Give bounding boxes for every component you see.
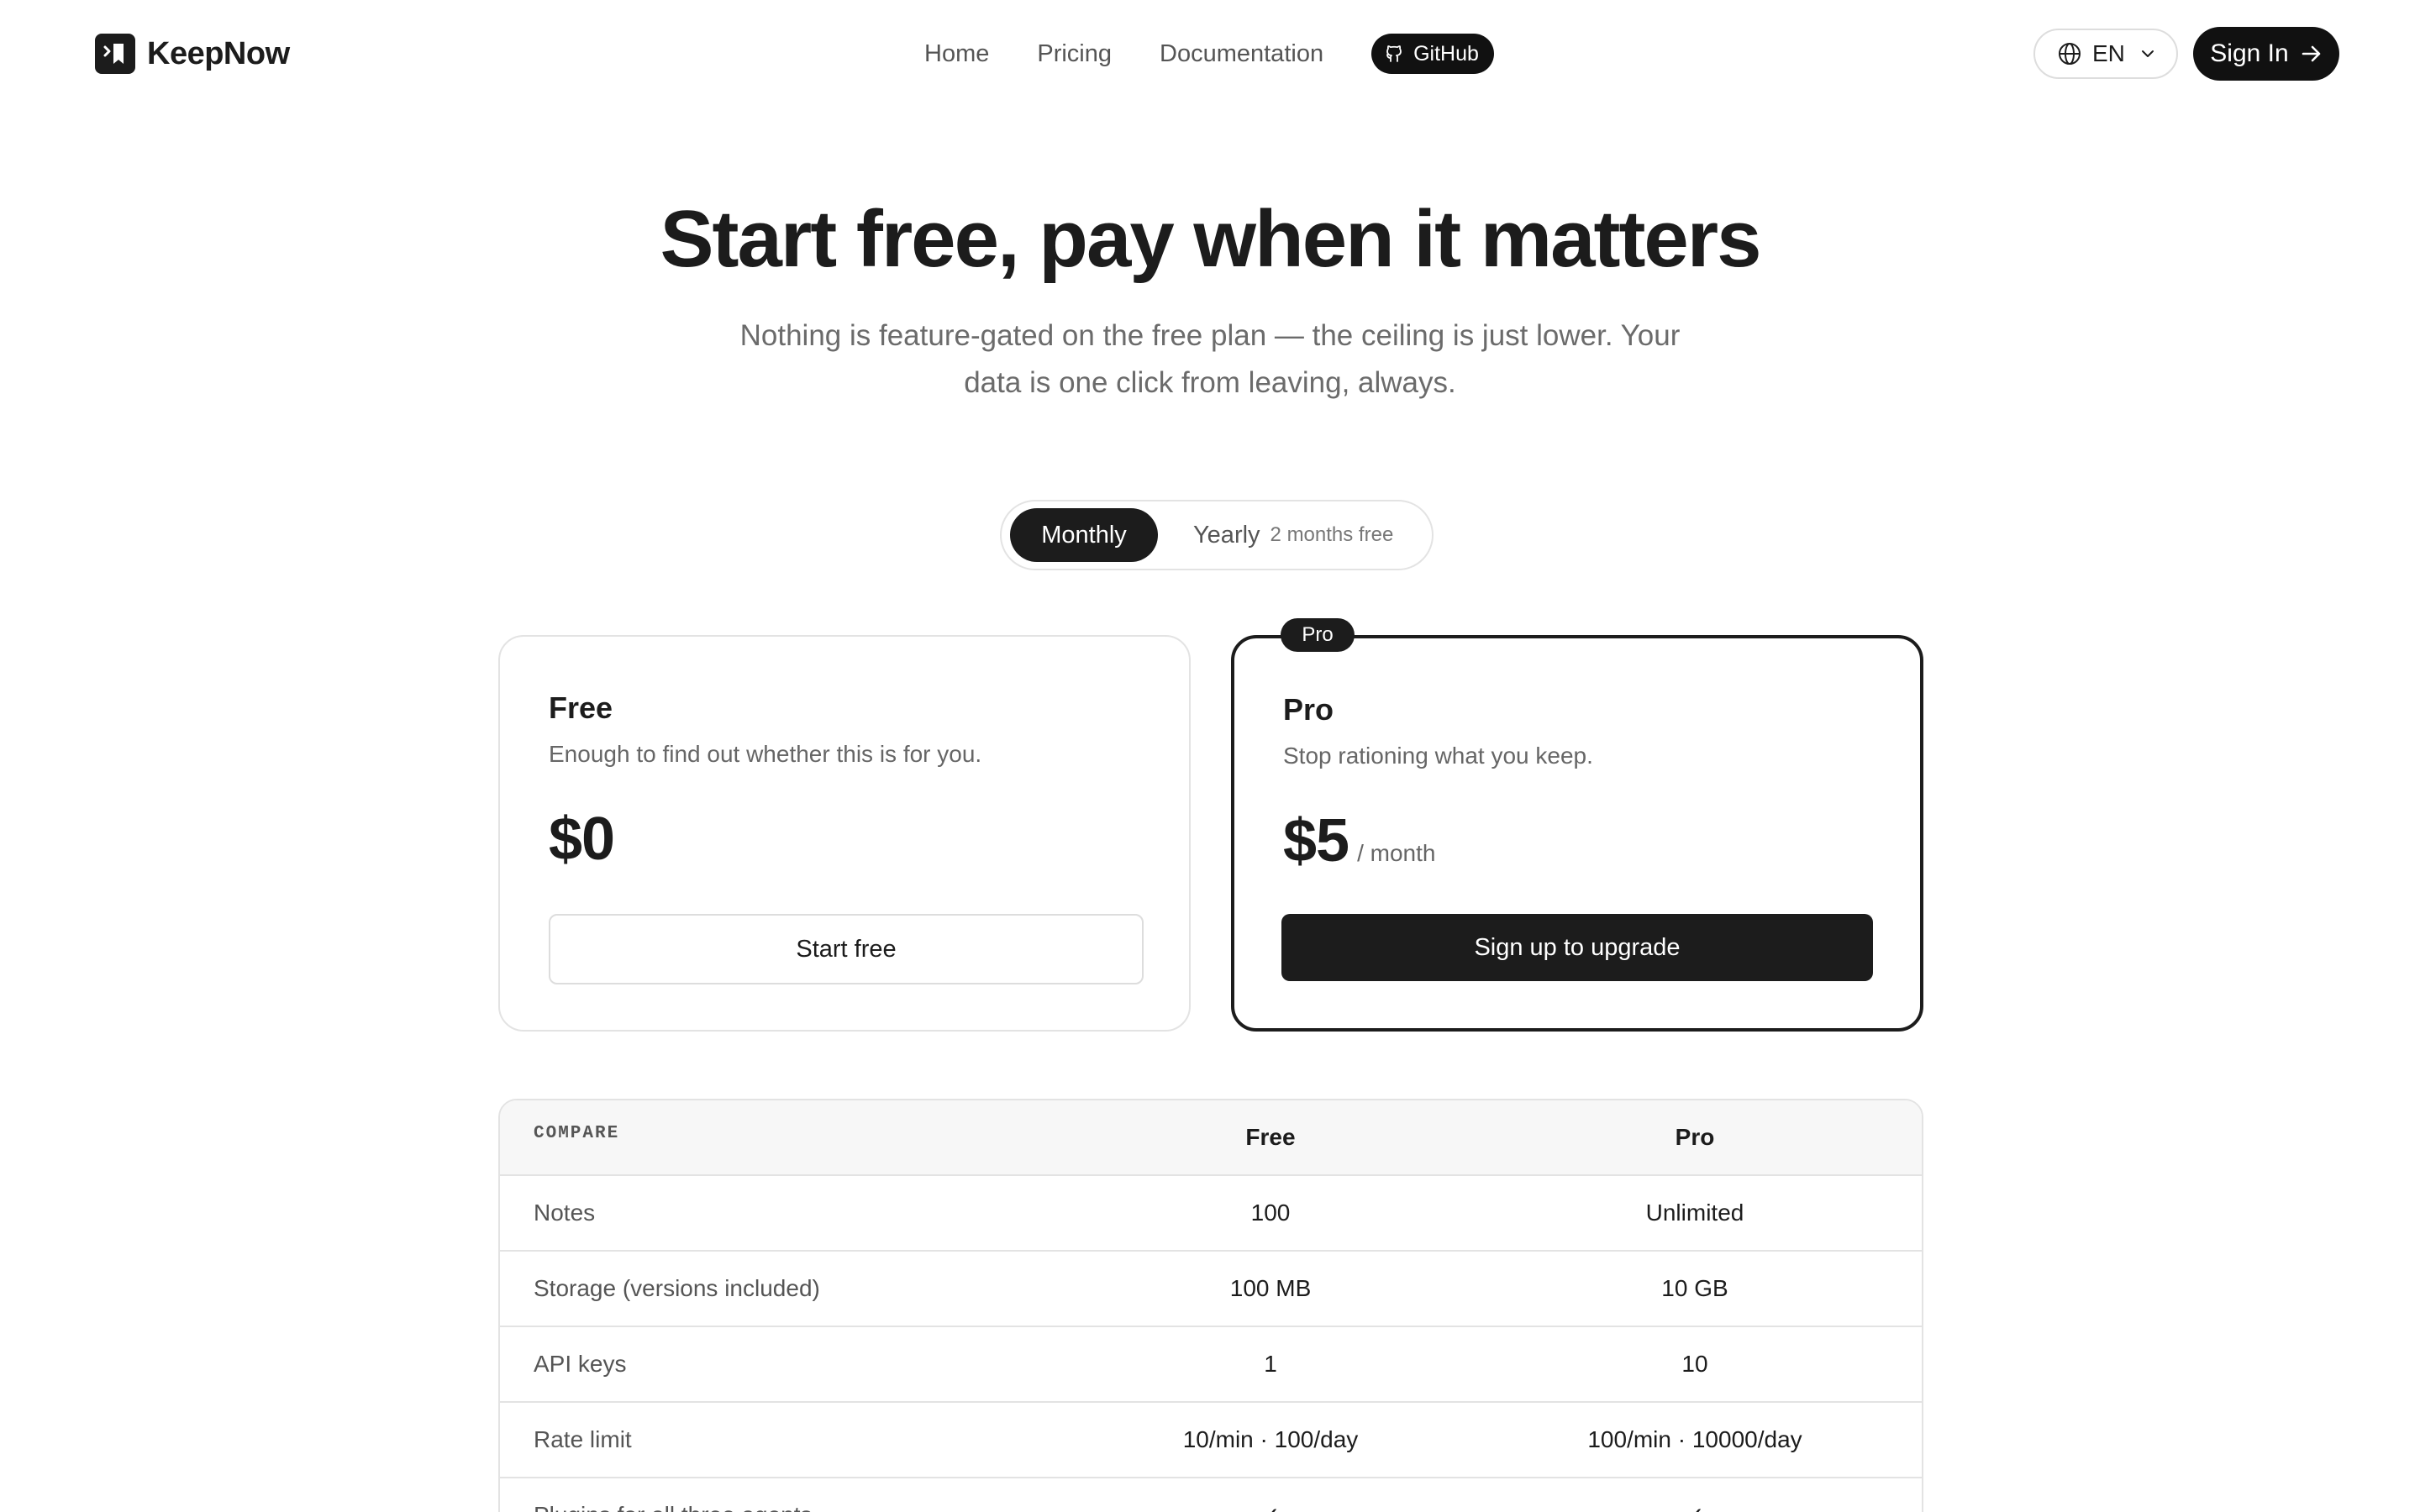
language-label: EN [2092, 40, 2125, 66]
plan-price-amount: $5 [1283, 807, 1349, 874]
row-free-value: 100 [1250, 1200, 1291, 1226]
compare-column-pro: Pro [1675, 1124, 1715, 1150]
check-icon: ✓ [1527, 1502, 1863, 1512]
compare-header-label: COMPARE [534, 1124, 620, 1143]
plan-description: Enough to find out whether this is for y… [549, 741, 982, 767]
billing-monthly-option[interactable]: Monthly [1010, 508, 1158, 562]
row-label: Rate limit [534, 1426, 632, 1452]
main-nav: Home Pricing Documentation GitHub [924, 32, 1494, 76]
row-label: Plugins for all three agents [534, 1502, 813, 1512]
top-bar: KeepNow Home Pricing Documentation GitHu… [0, 0, 2420, 108]
row-free-value: 10/min · 100/day [1182, 1426, 1359, 1452]
pricing-page: KeepNow Home Pricing Documentation GitHu… [0, 0, 2420, 1512]
plan-name: Pro [1283, 692, 1334, 727]
start-free-button[interactable]: Start free [549, 914, 1144, 984]
plan-description: Stop rationing what you keep. [1283, 743, 1593, 769]
billing-yearly-option[interactable]: Yearly 2 months free [1193, 508, 1393, 562]
brand-logo[interactable]: KeepNow [95, 34, 290, 74]
row-pro-value: Unlimited [1645, 1200, 1744, 1226]
pro-plan-tag: Pro [1281, 618, 1355, 652]
sign-in-label: Sign In [2210, 39, 2289, 67]
nav-documentation[interactable]: Documentation [1160, 40, 1323, 68]
chevron-down-icon [2141, 50, 2154, 57]
plan-price: $5 / month [1283, 806, 1435, 875]
hero-subtitle: Nothing is feature-gated on the free pla… [723, 312, 1697, 407]
plan-card-pro: Pro Stop rationing what you keep. $5 / m… [1231, 635, 1923, 1032]
plan-price-period: / month [1357, 840, 1436, 866]
plan-card-free: Free Enough to find out whether this is … [498, 635, 1191, 1032]
table-row: Plugins for all three agents ✓ ✓ [500, 1478, 1922, 1512]
nav-home[interactable]: Home [924, 40, 989, 68]
sign-in-button[interactable]: Sign In [2193, 27, 2339, 81]
table-row: Rate limit 10/min · 100/day 100/min · 10… [500, 1403, 1922, 1478]
compare-table-header: COMPARE Free Pro [500, 1100, 1922, 1176]
row-pro-value: 100/min · 10000/day [1587, 1426, 1802, 1452]
row-free-value: 1 [1264, 1351, 1277, 1377]
row-free-value: 100 MB [1229, 1275, 1312, 1301]
row-label: Storage (versions included) [534, 1275, 820, 1301]
compare-table: COMPARE Free Pro Notes 100 Unlimited Sto… [498, 1099, 1923, 1512]
row-pro-value: 10 GB [1661, 1275, 1728, 1301]
nav-pricing[interactable]: Pricing [1037, 40, 1112, 68]
plan-price-amount: $0 [549, 806, 615, 873]
globe-icon [2059, 43, 2081, 65]
table-row: Storage (versions included) 100 MB 10 GB [500, 1252, 1922, 1327]
hero-title: Start free, pay when it matters [660, 194, 1761, 284]
brand-name: KeepNow [147, 35, 290, 71]
hero-subtitle-line-2: data is one click from leaving, always. [964, 366, 1456, 399]
compare-column-free: Free [1245, 1124, 1296, 1150]
table-row: Notes 100 Unlimited [500, 1176, 1922, 1252]
billing-toggle: Monthly Yearly 2 months free [1000, 500, 1434, 570]
yearly-discount-badge: 2 months free [1270, 523, 1394, 546]
plan-name: Free [549, 690, 613, 725]
github-label: GitHub [1413, 41, 1479, 66]
plan-price: $0 [549, 805, 615, 874]
language-selector[interactable]: EN [2033, 29, 2178, 79]
hero-subtitle-line-1: Nothing is feature-gated on the free pla… [739, 319, 1681, 352]
github-button[interactable]: GitHub [1371, 34, 1494, 74]
table-row: API keys 1 10 [500, 1327, 1922, 1403]
check-icon: ✓ [1102, 1502, 1439, 1512]
bookmark-icon [95, 34, 135, 74]
row-label: Notes [534, 1200, 596, 1226]
row-pro-value: 10 [1681, 1351, 1708, 1377]
billing-yearly-label: Yearly [1193, 521, 1260, 549]
github-icon [1386, 45, 1402, 62]
row-label: API keys [534, 1351, 627, 1377]
arrow-right-icon [2302, 45, 2321, 62]
upgrade-button[interactable]: Sign up to upgrade [1281, 914, 1873, 981]
